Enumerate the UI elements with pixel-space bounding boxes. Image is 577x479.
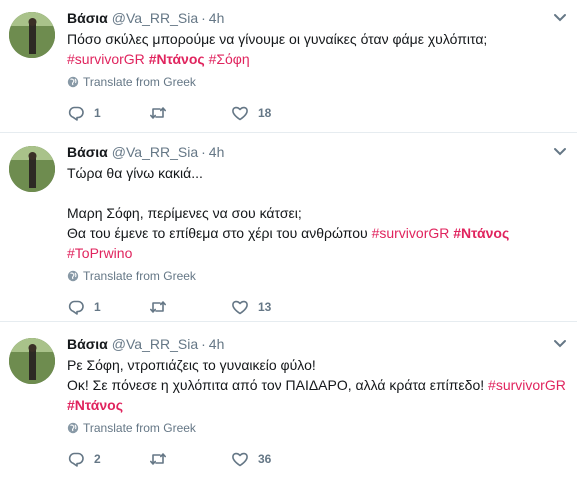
- retweet-button[interactable]: [149, 297, 176, 317]
- tweet-text-line: Οκ! Σε πόνεσε η χυλόπιτα από τον ΠΑΙΔΑΡΟ…: [67, 375, 567, 395]
- tweet-text-line: #survivorGR #Ντάνος #Σόφη: [67, 49, 567, 69]
- tweet-actions: 1 18: [67, 103, 567, 123]
- reply-icon: [68, 300, 84, 315]
- display-name[interactable]: Βάσια: [67, 336, 108, 352]
- timestamp[interactable]: 4h: [209, 10, 225, 26]
- tweet[interactable]: Βάσια @Va_RR_Sia · 4h Ρε Σόφη, ντροπιάζεις …: [0, 322, 577, 479]
- display-name[interactable]: Βάσια: [67, 144, 108, 160]
- reply-button[interactable]: 2: [67, 449, 101, 469]
- avatar[interactable]: [9, 146, 55, 192]
- tweet-text-segment: Πόσο σκύλες μπορούμε να γίνουμε οι γυναί…: [67, 31, 488, 47]
- tweet-text-segment: Μαρη Σόφη, περίμενες να σου κάτσει;: [67, 205, 302, 221]
- tweet-text-line: #ToPrwino: [67, 243, 567, 263]
- translate-label: Translate from Greek: [83, 421, 196, 435]
- tweet-text-segment: Τώρα θα γίνω κακιά...: [67, 165, 203, 181]
- retweet-button[interactable]: [149, 103, 176, 123]
- reply-icon: [68, 452, 84, 467]
- like-count: 13: [258, 300, 272, 314]
- tweet-header: Βάσια @Va_RR_Sia · 4h: [67, 335, 567, 353]
- tweet-actions: 1 13: [67, 297, 567, 317]
- globe-icon: [67, 270, 79, 282]
- heart-icon: [232, 300, 248, 315]
- hashtag-link[interactable]: #Ντάνος: [453, 225, 509, 241]
- user-handle[interactable]: @Va_RR_Sia: [112, 336, 198, 352]
- tweet-text: Πόσο σκύλες μπορούμε να γίνουμε οι γυναί…: [67, 29, 567, 69]
- like-count: 36: [258, 452, 272, 466]
- heart-icon: [232, 106, 248, 121]
- retweet-icon: [150, 453, 166, 465]
- tweet-text-segment: Οκ! Σε πόνεσε η χυλόπιτα από τον ΠΑΙΔΑΡΟ…: [67, 377, 489, 393]
- tweet-text: Ρε Σόφη, ντροπιάζεις το γυναικείο φύλο! Ο…: [67, 355, 567, 415]
- tweet-header: Βάσια @Va_RR_Sia · 4h: [67, 9, 567, 27]
- hashtag-link[interactable]: #survivorGR: [67, 51, 145, 67]
- reply-button[interactable]: 1: [67, 297, 101, 317]
- timeline: Βάσια @Va_RR_Sia · 4h Πόσο σκύλες μπορούμε …: [0, 0, 577, 479]
- retweet-button[interactable]: [149, 449, 176, 469]
- hashtag-link[interactable]: #ToPrwino: [67, 245, 132, 261]
- like-button[interactable]: 36: [231, 449, 271, 469]
- translate-link[interactable]: Translate from Greek: [67, 268, 567, 284]
- retweet-icon: [150, 107, 166, 119]
- separator-dot: ·: [201, 336, 206, 352]
- chevron-down-icon[interactable]: [553, 12, 567, 24]
- reply-count: 2: [94, 452, 101, 466]
- hashtag-link[interactable]: #survivorGR: [488, 377, 566, 393]
- tweet-actions: 2 36: [67, 449, 567, 469]
- tweet-text-line: Θα του έμενε το επίθεμα στο χέρι του ανθ…: [67, 223, 567, 243]
- globe-icon: [67, 76, 79, 88]
- globe-icon: [67, 422, 79, 434]
- retweet-icon: [150, 301, 166, 313]
- avatar[interactable]: [9, 12, 55, 58]
- tweet-text-line: Τώρα θα γίνω κακιά...: [67, 163, 567, 183]
- tweet-text: Τώρα θα γίνω κακιά... Μαρη Σόφη, περίμενε…: [67, 163, 567, 263]
- translate-label: Translate from Greek: [83, 75, 196, 89]
- timestamp[interactable]: 4h: [209, 144, 225, 160]
- translate-link[interactable]: Translate from Greek: [67, 74, 567, 90]
- hashtag-link[interactable]: #Ντάνος: [149, 51, 205, 67]
- tweet-text-line: Μαρη Σόφη, περίμενες να σου κάτσει;: [67, 203, 567, 223]
- user-handle[interactable]: @Va_RR_Sia: [112, 10, 198, 26]
- tweet-text-line: Πόσο σκύλες μπορούμε να γίνουμε οι γυναί…: [67, 29, 567, 49]
- tweet-text-segment: Θα του έμενε το επίθεμα στο χέρι του ανθ…: [67, 225, 372, 241]
- hashtag-link[interactable]: #Ντάνος: [67, 397, 123, 413]
- tweet-header: Βάσια @Va_RR_Sia · 4h: [67, 143, 567, 161]
- chevron-down-icon[interactable]: [553, 146, 567, 158]
- translate-link[interactable]: Translate from Greek: [67, 420, 567, 436]
- translate-label: Translate from Greek: [83, 269, 196, 283]
- chevron-down-icon[interactable]: [553, 338, 567, 350]
- tweet-text-line: #Ντάνος: [67, 395, 567, 415]
- separator-dot: ·: [201, 10, 206, 26]
- tweet[interactable]: Βάσια @Va_RR_Sia · 4h Πόσο σκύλες μπορούμε …: [0, 0, 577, 133]
- display-name[interactable]: Βάσια: [67, 10, 108, 26]
- reply-icon: [68, 106, 84, 121]
- user-handle[interactable]: @Va_RR_Sia: [112, 144, 198, 160]
- separator-dot: ·: [201, 144, 206, 160]
- tweet-text-line: Ρε Σόφη, ντροπιάζεις το γυναικείο φύλο!: [67, 355, 567, 375]
- reply-count: 1: [94, 300, 101, 314]
- like-button[interactable]: 13: [231, 297, 271, 317]
- avatar[interactable]: [9, 338, 55, 384]
- reply-button[interactable]: 1: [67, 103, 101, 123]
- hashtag-link[interactable]: #survivorGR: [372, 225, 450, 241]
- tweet[interactable]: Βάσια @Va_RR_Sia · 4h Τώρα θα γίνω κακιά...…: [0, 133, 577, 322]
- tweet-text-segment: Ρε Σόφη, ντροπιάζεις το γυναικείο φύλο!: [67, 357, 316, 373]
- heart-icon: [232, 452, 248, 467]
- reply-count: 1: [94, 106, 101, 120]
- like-button[interactable]: 18: [231, 103, 271, 123]
- hashtag-link[interactable]: #Σόφη: [209, 51, 250, 67]
- timestamp[interactable]: 4h: [209, 336, 225, 352]
- like-count: 18: [258, 106, 272, 120]
